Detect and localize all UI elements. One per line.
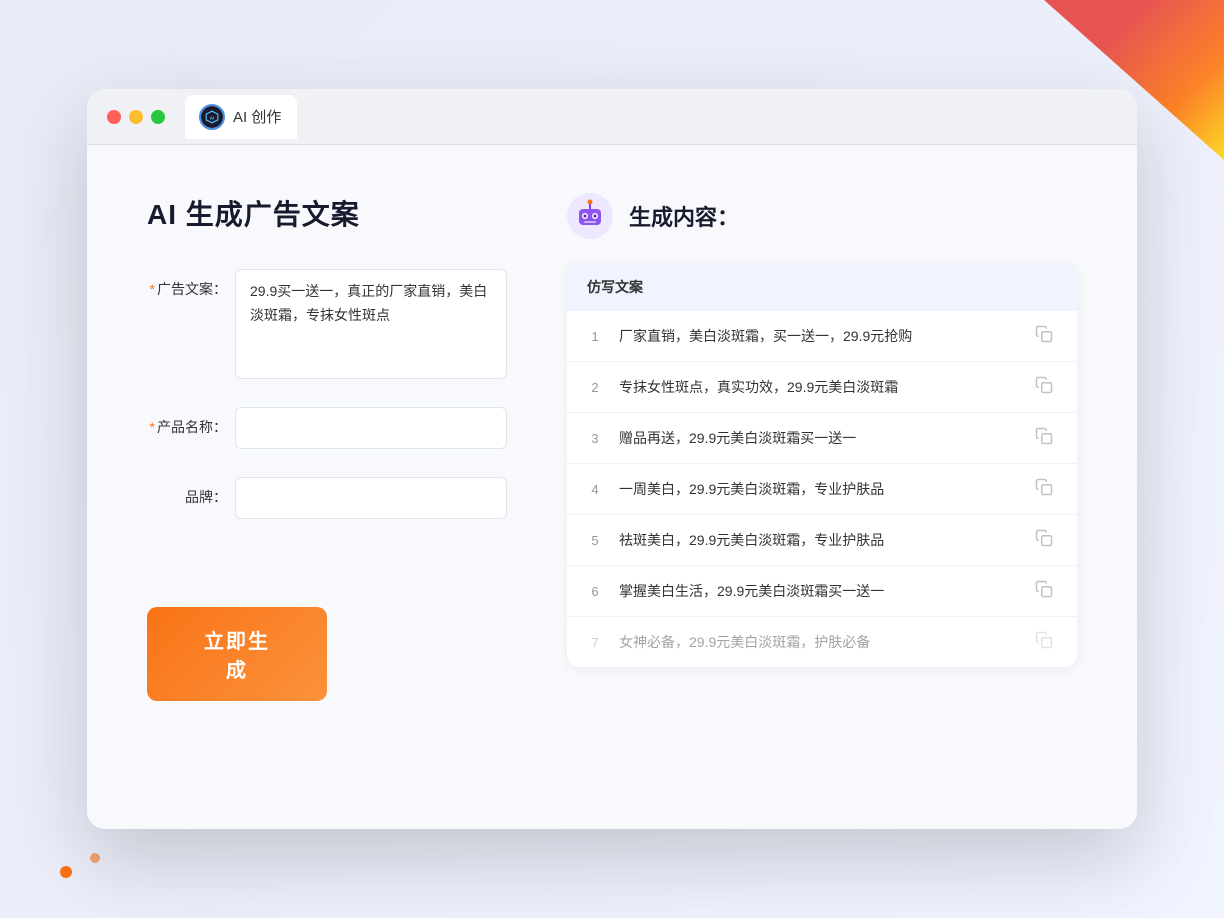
result-number: 1 (587, 329, 603, 344)
ad-copy-input[interactable]: 29.9买一送一，真正的厂家直销，美白淡斑霜，专抹女性斑点 (235, 269, 507, 379)
results-header: 仿写文案 (567, 263, 1077, 311)
page-title: AI 生成广告文案 (147, 193, 507, 233)
result-text: 一周美白，29.9元美白淡斑霜，专业护肤品 (619, 479, 1019, 500)
copy-icon[interactable] (1035, 529, 1057, 551)
result-number: 2 (587, 380, 603, 395)
product-name-row: *产品名称： 美白淡斑霜 (147, 407, 507, 449)
brand-label: 品牌： (147, 477, 227, 507)
robot-icon (567, 193, 613, 239)
result-text: 掌握美白生活，29.9元美白淡斑霜买一送一 (619, 581, 1019, 602)
ad-copy-label: *广告文案： (147, 269, 227, 299)
brand-input[interactable]: 好白 (235, 477, 507, 519)
titlebar: AI AI 创作 (87, 89, 1137, 145)
result-number: 4 (587, 482, 603, 497)
right-header: 生成内容： (567, 193, 1077, 239)
results-container: 1 厂家直销，美白淡斑霜，买一送一，29.9元抢购 2 专抹女性斑点，真实功效，29… (567, 311, 1077, 667)
result-row: 1 厂家直销，美白淡斑霜，买一送一，29.9元抢购 (567, 311, 1077, 362)
copy-icon[interactable] (1035, 427, 1057, 449)
result-row: 5 祛斑美白，29.9元美白淡斑霜，专业护肤品 (567, 515, 1077, 566)
copy-icon[interactable] (1035, 376, 1057, 398)
maximize-button[interactable] (151, 110, 165, 124)
close-button[interactable] (107, 110, 121, 124)
result-text: 专抹女性斑点，真实功效，29.9元美白淡斑霜 (619, 377, 1019, 398)
result-row: 2 专抹女性斑点，真实功效，29.9元美白淡斑霜 (567, 362, 1077, 413)
decorative-dot-2 (90, 853, 100, 863)
decorative-dot-1 (60, 866, 72, 878)
product-name-input[interactable]: 美白淡斑霜 (235, 407, 507, 449)
copy-icon[interactable] (1035, 631, 1057, 653)
result-row: 6 掌握美白生活，29.9元美白淡斑霜买一送一 (567, 566, 1077, 617)
right-title: 生成内容： (629, 200, 739, 232)
browser-window: AI AI 创作 AI 生成广告文案 *广告文案： 29.9买一送一，真正的厂家… (87, 89, 1137, 829)
result-text: 赠品再送，29.9元美白淡斑霜买一送一 (619, 428, 1019, 449)
main-content: AI 生成广告文案 *广告文案： 29.9买一送一，真正的厂家直销，美白淡斑霜，… (87, 145, 1137, 829)
result-row: 3 赠品再送，29.9元美白淡斑霜买一送一 (567, 413, 1077, 464)
copy-icon[interactable] (1035, 325, 1057, 347)
brand-row: 品牌： 好白 (147, 477, 507, 519)
result-number: 6 (587, 584, 603, 599)
result-number: 7 (587, 635, 603, 650)
minimize-button[interactable] (129, 110, 143, 124)
left-panel: AI 生成广告文案 *广告文案： 29.9买一送一，真正的厂家直销，美白淡斑霜，… (147, 193, 507, 781)
copy-icon[interactable] (1035, 478, 1057, 500)
result-number: 3 (587, 431, 603, 446)
result-text: 厂家直销，美白淡斑霜，买一送一，29.9元抢购 (619, 326, 1019, 347)
result-text: 女神必备，29.9元美白淡斑霜，护肤必备 (619, 632, 1019, 653)
product-name-label: *产品名称： (147, 407, 227, 437)
results-table: 仿写文案 1 厂家直销，美白淡斑霜，买一送一，29.9元抢购 2 专抹女性斑点，真实… (567, 263, 1077, 667)
ad-copy-row: *广告文案： 29.9买一送一，真正的厂家直销，美白淡斑霜，专抹女性斑点 (147, 269, 507, 379)
result-row: 7 女神必备，29.9元美白淡斑霜，护肤必备 (567, 617, 1077, 667)
result-row: 4 一周美白，29.9元美白淡斑霜，专业护肤品 (567, 464, 1077, 515)
required-star-2: * (150, 419, 155, 435)
required-star-1: * (150, 281, 155, 297)
svg-text:AI: AI (210, 115, 215, 120)
browser-tab[interactable]: AI AI 创作 (185, 95, 297, 139)
copy-icon[interactable] (1035, 580, 1057, 602)
tab-icon: AI (201, 106, 223, 128)
result-number: 5 (587, 533, 603, 548)
window-controls (107, 110, 165, 124)
right-panel: 生成内容： 仿写文案 1 厂家直销，美白淡斑霜，买一送一，29.9元抢购 2 专抹女… (567, 193, 1077, 781)
result-text: 祛斑美白，29.9元美白淡斑霜，专业护肤品 (619, 530, 1019, 551)
tab-label: AI 创作 (233, 106, 281, 127)
generate-button[interactable]: 立即生成 (147, 607, 327, 701)
